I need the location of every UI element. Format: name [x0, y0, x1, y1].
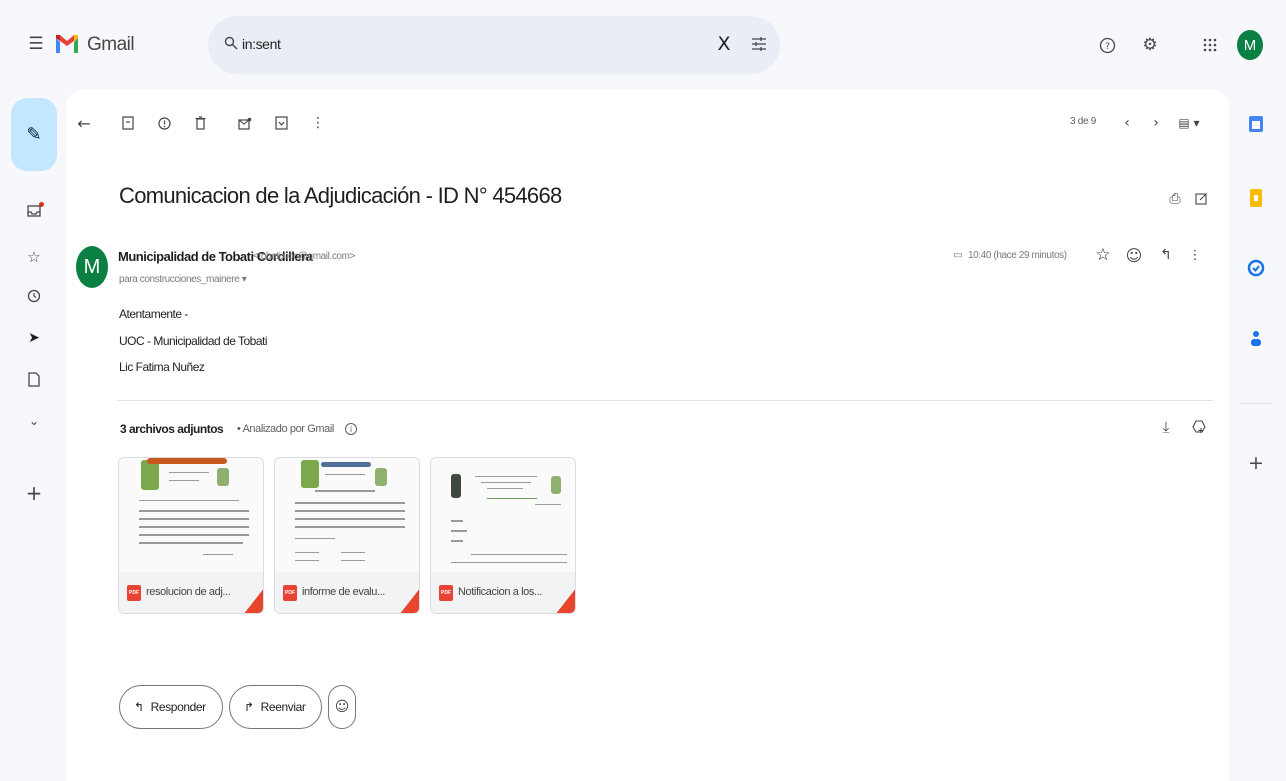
- star-icon[interactable]: ☆: [22, 245, 46, 269]
- attachment-name: Notificacion a los...: [458, 586, 542, 598]
- download-icon[interactable]: ⤓: [1155, 416, 1177, 438]
- view-toggle-icon[interactable]: ▤ ▾: [1172, 112, 1206, 134]
- message-time: 10:40 (hace 29 minutos): [968, 250, 1067, 261]
- top-header: ☰ Gmail in:sent X ? ⚙ M: [0, 0, 1286, 90]
- attachment-footer: PDF informe de evalu...: [275, 572, 419, 613]
- open-new-window-icon[interactable]: [1190, 188, 1212, 210]
- report-spam-icon[interactable]: [153, 112, 175, 134]
- calendar-icon[interactable]: [1245, 112, 1267, 136]
- attachment-name: resolucion de adj...: [146, 586, 231, 598]
- tasks-icon[interactable]: [1245, 256, 1267, 280]
- clock-icon[interactable]: [22, 284, 46, 308]
- inbox-icon[interactable]: [22, 199, 46, 223]
- sent-icon[interactable]: ➤: [22, 326, 46, 350]
- pdf-corner-icon: [243, 587, 263, 613]
- recipients-toggle[interactable]: para construcciones_mainere ▾: [119, 274, 247, 285]
- reply-icon[interactable]: ↰: [1155, 244, 1177, 266]
- pdf-icon: PDF: [439, 585, 453, 601]
- move-to-icon[interactable]: [270, 112, 292, 134]
- sender-email: <tobati.uoc@gmail.com>: [253, 251, 355, 262]
- help-icon[interactable]: ?: [1096, 34, 1118, 56]
- pdf-icon: PDF: [127, 585, 141, 601]
- apps-grid-icon[interactable]: [1199, 34, 1221, 56]
- forward-button[interactable]: ↱ Reenviar: [229, 685, 322, 729]
- chevron-right-icon[interactable]: ›: [1145, 112, 1167, 134]
- menu-icon[interactable]: ☰: [26, 34, 46, 54]
- sender-avatar[interactable]: M: [76, 246, 108, 288]
- reply-label: Responder: [150, 700, 207, 714]
- body-line: Lic Fatima Nuñez: [119, 360, 205, 374]
- archive-icon[interactable]: [117, 112, 139, 134]
- search-bar[interactable]: [208, 16, 780, 74]
- add-addon-icon[interactable]: +: [1245, 452, 1267, 474]
- pencil-icon: ✎: [26, 124, 42, 145]
- app-name[interactable]: Gmail: [87, 34, 135, 56]
- close-icon[interactable]: X: [713, 32, 735, 56]
- draft-icon[interactable]: [22, 367, 46, 391]
- pdf-corner-icon: [399, 587, 419, 613]
- emoji-icon: ☺: [334, 699, 350, 715]
- attachment-footer: PDF resolucion de adj...: [119, 572, 263, 613]
- pdf-icon: PDF: [283, 585, 297, 601]
- unread-dot: [39, 202, 44, 207]
- svg-text:?: ?: [1105, 42, 1110, 52]
- account-avatar[interactable]: M: [1237, 30, 1263, 60]
- divider: [117, 400, 1213, 401]
- print-icon[interactable]: ⎙: [1164, 188, 1186, 210]
- contacts-icon[interactable]: [1245, 326, 1267, 350]
- body-line: Atentamente -: [119, 307, 188, 321]
- emoji-reaction-button[interactable]: ☺: [328, 685, 356, 729]
- message-subject: Comunicacion de la Adjudicación - ID N° …: [119, 183, 562, 208]
- forward-icon: ↱: [244, 700, 254, 714]
- search-input[interactable]: in:sent: [242, 36, 281, 52]
- compose-button[interactable]: ✎: [11, 98, 57, 171]
- reply-icon: ↰: [134, 700, 144, 714]
- trash-icon[interactable]: [189, 112, 211, 134]
- pager-count: 3 de 9: [1070, 116, 1097, 127]
- chevron-down-icon[interactable]: ⌄: [22, 409, 46, 433]
- attachment-footer: PDF Notificacion a los...: [431, 572, 575, 613]
- tune-icon[interactable]: [748, 32, 770, 56]
- reply-button[interactable]: ↰ Responder: [119, 685, 223, 729]
- emoji-icon[interactable]: ☺: [1123, 244, 1145, 266]
- attachment-card[interactable]: PDF Notificacion a los...: [430, 457, 576, 614]
- side-panel-divider: [1240, 403, 1272, 404]
- document-thumbnail: [431, 458, 575, 572]
- keep-icon[interactable]: [1245, 186, 1267, 210]
- mark-unread-icon[interactable]: [234, 112, 256, 134]
- gmail-logo[interactable]: [55, 34, 79, 54]
- attachment-card[interactable]: PDF informe de evalu...: [274, 457, 420, 614]
- attachment-name: informe de evalu...: [302, 586, 385, 598]
- more-vert-icon[interactable]: ⋮: [1188, 244, 1202, 266]
- attachment-card[interactable]: PDF resolucion de adj...: [118, 457, 264, 614]
- star-icon[interactable]: ☆: [1092, 244, 1114, 266]
- add-to-drive-icon[interactable]: [1188, 416, 1210, 438]
- more-vert-icon[interactable]: ⋮: [307, 112, 329, 134]
- document-thumbnail: [119, 458, 263, 572]
- info-icon[interactable]: i: [345, 423, 357, 435]
- gear-icon[interactable]: ⚙: [1139, 34, 1161, 56]
- document-thumbnail: [275, 458, 419, 572]
- search-icon[interactable]: [221, 33, 241, 53]
- pdf-corner-icon: [555, 587, 575, 613]
- attachments-count: 3 archivos adjuntos: [120, 422, 224, 436]
- add-label-icon[interactable]: +: [22, 481, 46, 505]
- chevron-left-icon[interactable]: ‹: [1116, 112, 1138, 134]
- body-line: UOC - Municipalidad de Tobati: [119, 334, 268, 348]
- label-icon: ▭: [953, 249, 963, 261]
- back-arrow-icon[interactable]: ←: [73, 112, 95, 134]
- scan-status: • Analizado por Gmail: [237, 423, 334, 435]
- forward-label: Reenviar: [260, 700, 306, 714]
